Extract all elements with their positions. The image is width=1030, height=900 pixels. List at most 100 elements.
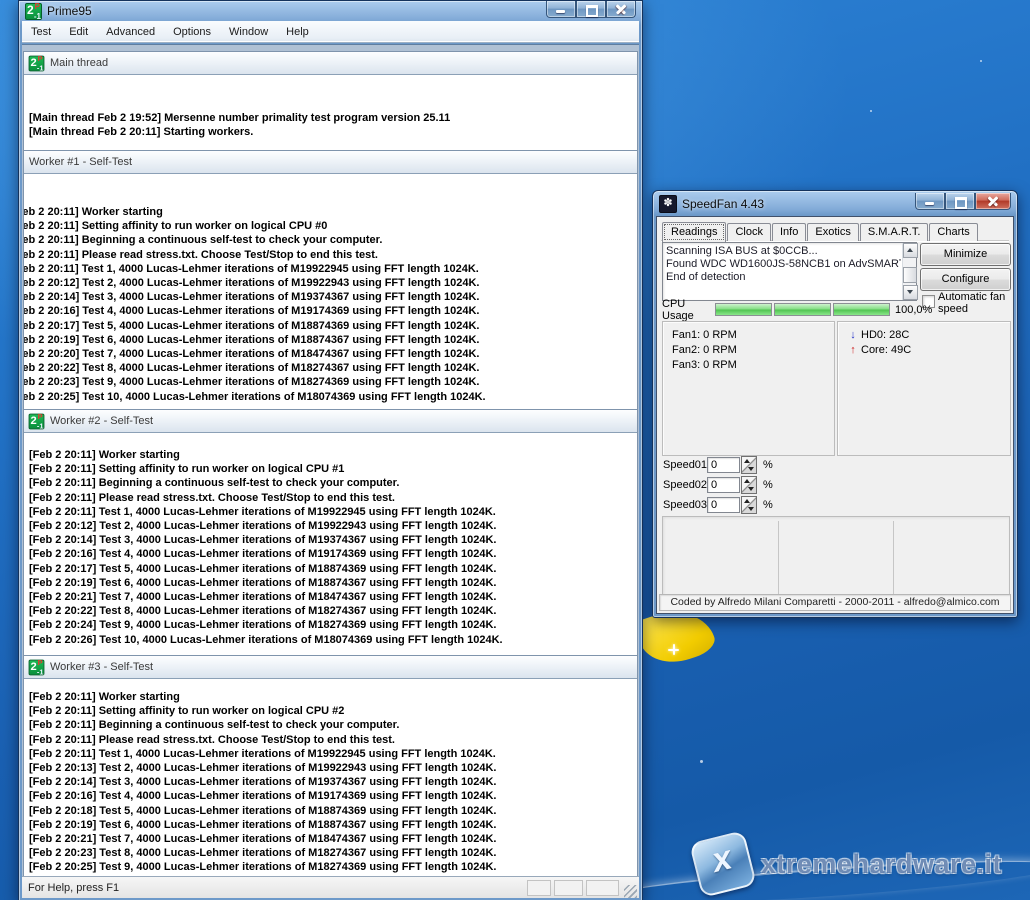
xtremehardware-logo-icon: x: [689, 830, 757, 898]
arrow-up-icon: [907, 248, 913, 252]
speed03-label: Speed03:: [663, 499, 707, 511]
temp-row-hd0: ↓ HD0: 28C: [847, 328, 1010, 343]
menu-item[interactable]: Test: [22, 23, 60, 41]
log-line: [Feb 2 20:11] Beginning a continuous sel…: [24, 233, 637, 247]
prime95-titlebar[interactable]: 2 P -1 Prime95: [19, 1, 642, 21]
log-line: [Feb 2 20:11] Please read stress.txt. Ch…: [24, 248, 637, 262]
speedfan-maximize-button[interactable]: [945, 193, 975, 210]
tab-charts[interactable]: Charts: [929, 223, 977, 241]
temp-hd0-label: HD0: 28C: [861, 328, 909, 343]
speed01-label: Speed01:: [663, 459, 707, 471]
worker3-titlebar[interactable]: 2 P -1 Worker #3 - Self-Test: [24, 656, 637, 679]
log-line: [Feb 2 20:11] Beginning a continuous sel…: [29, 718, 637, 732]
log-line: [Feb 2 20:13] Test 2, 4000 Lucas-Lehmer …: [29, 761, 637, 775]
prime95-close-button[interactable]: [606, 1, 636, 18]
log-line: [Feb 2 20:19] Test 6, 4000 Lucas-Lehmer …: [24, 333, 637, 347]
log-line: [Feb 2 20:11] Worker starting: [29, 690, 637, 704]
main-thread-window: 2 P -1 Main thread [Main thread Feb 2 19…: [23, 51, 638, 152]
prime95-app-icon: 2 P -1: [29, 659, 45, 675]
spin-up-icon: [744, 479, 750, 483]
scrollbar-thumb[interactable]: [903, 267, 917, 283]
prime95-maximize-button[interactable]: [576, 1, 606, 18]
log-scrollbar[interactable]: [902, 243, 916, 300]
temp-row-core: ↑ Core: 49C: [847, 343, 1010, 358]
watermark-text: xtremehardware.it: [761, 849, 1002, 880]
speed01-input[interactable]: 0: [707, 457, 740, 473]
wallpaper-sparkle-dot: [870, 110, 872, 112]
fan-readings-box: Fan1: 0 RPMFan2: 0 RPMFan3: 0 RPM: [662, 321, 835, 456]
desktop: x xtremehardware.it 2 P -1 Prime95 TestE…: [0, 0, 1030, 900]
tab-readings[interactable]: Readings: [662, 222, 726, 242]
prime95-minimize-button[interactable]: [546, 1, 576, 18]
automatic-fan-speed-label: Automatic fan speed: [938, 291, 1010, 315]
speed03-stepper[interactable]: [741, 496, 757, 514]
log-line: [Feb 2 20:12] Test 2, 4000 Lucas-Lehmer …: [24, 276, 637, 290]
spin-down-icon: [748, 507, 754, 511]
cpu-usage-fill: [716, 304, 771, 315]
maximize-icon: [955, 197, 967, 209]
detection-log: Scanning ISA BUS at $0CCB...Found WDC WD…: [662, 242, 917, 301]
speed01-stepper[interactable]: [741, 456, 757, 474]
log-line: [Feb 2 20:16] Test 4, 4000 Lucas-Lehmer …: [24, 304, 637, 318]
log-line: [Feb 2 20:11] Please read stress.txt. Ch…: [29, 733, 637, 747]
spin-up-icon: [744, 459, 750, 463]
minimize-button[interactable]: Minimize: [920, 243, 1011, 266]
speed03-unit: %: [763, 499, 773, 511]
speedfan-minimize-button[interactable]: [915, 193, 945, 210]
prime95-window: 2 P -1 Prime95 TestEditAdvancedOptionsWi…: [18, 0, 643, 900]
menu-item[interactable]: Edit: [60, 23, 97, 41]
cpu-usage-fill: [834, 304, 889, 315]
menu-item[interactable]: Window: [220, 23, 277, 41]
tab-clock[interactable]: Clock: [727, 223, 771, 241]
prime95-icon-sup: P: [35, 2, 40, 11]
speed02-stepper[interactable]: [741, 476, 757, 494]
tab-smart[interactable]: S.M.A.R.T.: [860, 223, 929, 241]
speedfan-titlebar[interactable]: ✽ SpeedFan 4.43: [653, 191, 1017, 216]
main-thread-titlebar[interactable]: 2 P -1 Main thread: [24, 52, 637, 75]
configure-button[interactable]: Configure: [920, 268, 1011, 291]
worker1-window: Worker #1 - Self-Test [Feb 2 20:11] Work…: [23, 150, 638, 410]
log-line: [Feb 2 20:21] Test 7, 4000 Lucas-Lehmer …: [29, 832, 637, 846]
speed01-unit: %: [763, 459, 773, 471]
tab-exotics[interactable]: Exotics: [807, 223, 858, 241]
worker2-titlebar[interactable]: 2 P -1 Worker #2 - Self-Test: [24, 410, 637, 433]
log-line: [Feb 2 20:17] Test 5, 4000 Lucas-Lehmer …: [24, 319, 637, 333]
log-line: Scanning ISA BUS at $0CCB...: [666, 245, 901, 258]
prime95-app-icon: 2 P -1: [29, 413, 45, 429]
log-line: [Feb 2 20:20] Test 7, 4000 Lucas-Lehmer …: [24, 347, 637, 361]
speed02-label: Speed02:: [663, 479, 707, 491]
fan-reading: Fan3: 0 RPM: [672, 358, 834, 373]
temperature-readings-box: ↓ HD0: 28C ↑ Core: 49C: [837, 321, 1011, 456]
cpu-usage-bar: [833, 303, 890, 316]
prime95-window-title: Prime95: [47, 4, 92, 18]
speed03-input[interactable]: 0: [707, 497, 740, 513]
scroll-up-button[interactable]: [903, 243, 918, 258]
prime95-mdi-area: 2 P -1 Main thread [Main thread Feb 2 19…: [22, 44, 639, 898]
speed03-row: Speed03: 0 %: [663, 496, 773, 513]
worker3-title: Worker #3 - Self-Test: [50, 661, 153, 673]
temp-down-arrow-icon: ↓: [847, 328, 859, 343]
speedfan-close-button[interactable]: [975, 193, 1011, 210]
scroll-down-button[interactable]: [903, 285, 918, 300]
tab-info[interactable]: Info: [772, 223, 806, 241]
menu-item[interactable]: Advanced: [97, 23, 164, 41]
watermark: x xtremehardware.it: [695, 836, 1002, 892]
maximize-icon: [586, 5, 598, 17]
speed02-unit: %: [763, 479, 773, 491]
speed02-row: Speed02: 0 %: [663, 476, 773, 493]
speedfan-client: Readings Clock Info Exotics S.M.A.R.T. C…: [656, 216, 1014, 614]
speedfan-window: ✽ SpeedFan 4.43 Readings Clock Info Exot…: [652, 190, 1018, 618]
log-line: [Feb 2 20:25] Test 9, 4000 Lucas-Lehmer …: [29, 860, 637, 874]
worker1-titlebar[interactable]: Worker #1 - Self-Test: [24, 151, 637, 174]
menu-item[interactable]: Options: [164, 23, 220, 41]
speedfan-fan-icon: ✽: [659, 195, 677, 213]
log-line: [Feb 2 20:22] Test 8, 4000 Lucas-Lehmer …: [29, 604, 637, 618]
worker2-title: Worker #2 - Self-Test: [50, 415, 153, 427]
worker3-window: 2 P -1 Worker #3 - Self-Test [Feb 2 20:1…: [23, 655, 638, 879]
menu-item[interactable]: Help: [277, 23, 318, 41]
speed02-input[interactable]: 0: [707, 477, 740, 493]
fan-reading: Fan1: 0 RPM: [672, 328, 834, 343]
minimize-icon: [925, 202, 934, 205]
resize-grip[interactable]: [624, 885, 637, 898]
speed01-row: Speed01: 0 %: [663, 456, 773, 473]
